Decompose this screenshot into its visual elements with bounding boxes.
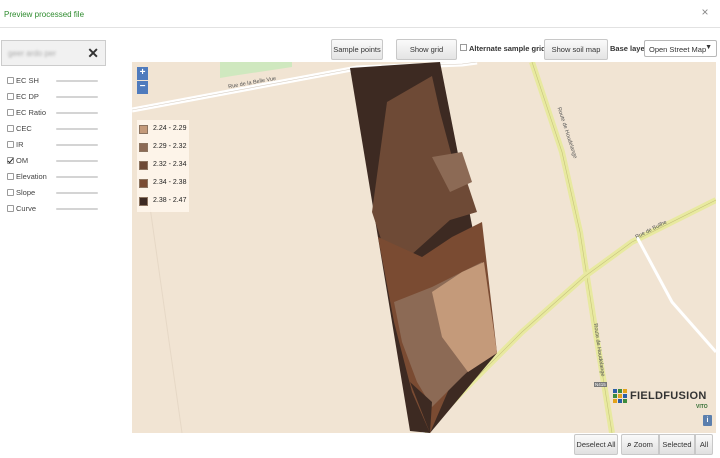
brand-name: FIELDFUSION (630, 390, 707, 402)
layer-checkbox[interactable] (7, 77, 14, 84)
layer-row-curve: Curve (7, 204, 139, 217)
legend-swatch (139, 143, 148, 152)
layer-label: OM (16, 156, 29, 165)
legend-item: 2.34 - 2.38 (139, 177, 189, 191)
dialog-title: Preview processed file (4, 10, 85, 19)
layer-label: Slope (16, 188, 36, 197)
layer-row-elevation: Elevation (7, 172, 139, 185)
deselect-all-button[interactable]: Deselect All (574, 434, 618, 455)
layer-checkbox[interactable] (7, 205, 14, 212)
close-icon[interactable]: × (700, 6, 710, 18)
layer-checkbox[interactable] (7, 141, 14, 148)
opacity-slider[interactable] (56, 206, 139, 217)
zoom-out-button[interactable]: − (137, 81, 148, 94)
binoculars-icon: ⌕ (627, 440, 632, 449)
opacity-slider[interactable] (56, 94, 139, 105)
show-grid-overlay-button[interactable]: Show grid overlay (396, 39, 457, 73)
layer-row-ec-ratio: EC Ratio (7, 108, 139, 121)
legend-swatch (139, 125, 148, 134)
opacity-slider[interactable] (56, 78, 139, 89)
legend-swatch (139, 179, 148, 188)
layer-label: IR (16, 140, 24, 149)
layer-label: EC Ratio (16, 108, 47, 117)
legend-label: 2.29 - 2.32 (153, 143, 187, 150)
legend-item: 2.29 - 2.32 (139, 141, 189, 155)
sample-points-button[interactable]: Sample points (331, 39, 383, 60)
layer-checkbox[interactable] (7, 93, 14, 100)
layer-label: Curve (16, 204, 37, 213)
layer-label: Elevation (16, 172, 47, 181)
map-legend: 2.24 - 2.29 2.29 - 2.32 2.32 - 2.34 2.34… (137, 120, 189, 212)
legend-item: 2.32 - 2.34 (139, 159, 189, 173)
map-view[interactable]: + − 2.24 - 2.29 2.29 - 2.32 2.32 - 2.34 … (132, 62, 716, 433)
legend-item: 2.38 - 2.47 (139, 195, 189, 209)
layer-row-om: OM (7, 156, 139, 169)
alternate-sample-grid-label: Alternate sample grid (469, 44, 546, 53)
layer-checkbox[interactable] (7, 173, 14, 180)
zoom-selection-button[interactable]: ⌕ Zoom (621, 434, 659, 455)
dialog-title-bar: Preview processed file × (0, 0, 720, 28)
opacity-slider[interactable] (56, 126, 139, 137)
zoom-in-button[interactable]: + (137, 67, 148, 80)
legend-label: 2.38 - 2.47 (153, 197, 187, 204)
road-sign: N415 (594, 382, 607, 387)
legend-label: 2.24 - 2.29 (153, 125, 187, 132)
layer-row-ir: IR (7, 140, 139, 153)
opacity-slider[interactable] (56, 142, 139, 153)
base-layer-select[interactable]: Open Street Map ▼ (644, 40, 717, 57)
zoom-all-button[interactable]: All (695, 434, 713, 455)
layer-label: EC SH (16, 76, 39, 85)
opacity-slider[interactable] (56, 174, 139, 185)
chevron-down-icon: ▼ (705, 44, 712, 51)
fieldfusion-grid-icon (613, 389, 627, 403)
layer-checkbox[interactable] (7, 125, 14, 132)
info-button[interactable]: i (703, 415, 712, 426)
layer-checkbox[interactable] (7, 109, 14, 116)
legend-item: 2.24 - 2.29 (139, 123, 189, 137)
zoom-control: + − (137, 67, 148, 94)
opacity-slider[interactable] (56, 190, 139, 201)
opacity-slider[interactable] (56, 110, 139, 121)
fieldfusion-logo: FIELDFUSION VITO (610, 387, 714, 413)
map-canvas (132, 62, 716, 433)
legend-swatch (139, 197, 148, 206)
layer-search-box[interactable]: geer ardo per ✕ (1, 40, 106, 66)
zoom-selected-button[interactable]: Selected (659, 434, 695, 455)
layer-checkbox-checked[interactable] (7, 157, 14, 164)
layer-row-slope: Slope (7, 188, 139, 201)
legend-label: 2.32 - 2.34 (153, 161, 187, 168)
legend-label: 2.34 - 2.38 (153, 179, 187, 186)
preview-dialog: Preview processed file × geer ardo per ✕… (0, 0, 720, 458)
opacity-slider[interactable] (56, 158, 139, 169)
layer-label: CEC (16, 124, 32, 133)
legend-swatch (139, 161, 148, 170)
layer-row-ec-sh: EC SH (7, 76, 139, 89)
show-soil-map-button[interactable]: Show soil map (544, 39, 608, 60)
zoom-label: Zoom (633, 440, 653, 449)
base-layer-value: Open Street Map (649, 45, 707, 54)
layer-search-value: geer ardo per (8, 49, 57, 58)
clear-search-icon[interactable]: ✕ (87, 45, 99, 61)
layer-label: EC DP (16, 92, 39, 101)
layer-row-cec: CEC (7, 124, 139, 137)
alternate-sample-grid-checkbox[interactable] (460, 44, 467, 51)
brand-sub: VITO (696, 404, 708, 410)
layer-checkbox[interactable] (7, 189, 14, 196)
layer-row-ec-dp: EC DP (7, 92, 139, 105)
